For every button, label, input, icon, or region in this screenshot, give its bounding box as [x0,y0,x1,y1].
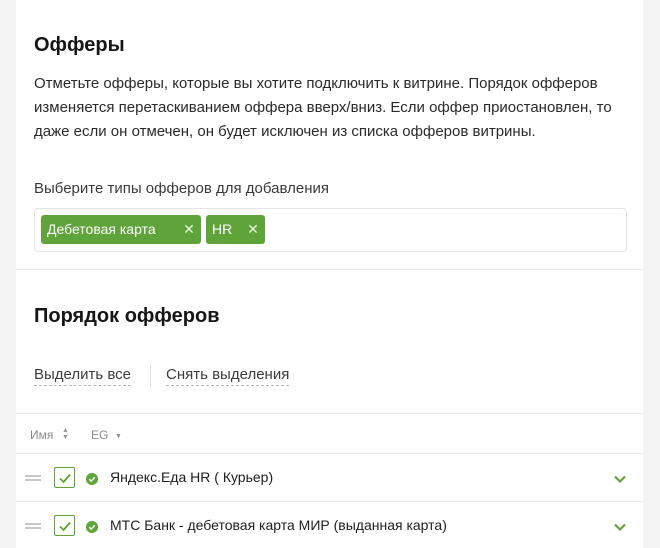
clear-selection-button[interactable]: Снять выделения [166,366,290,386]
offer-type-tag-hr: HR ✕ [206,215,265,244]
sort-desc-icon[interactable]: ▼ [115,433,122,440]
offer-type-tag-label: HR [212,221,233,237]
offers-card: Офферы Отметьте офферы, которые вы хотит… [16,0,643,548]
table-row[interactable]: Яндекс.Еда HR ( Курьер) [16,454,643,502]
drag-handle-icon[interactable] [25,523,41,529]
close-icon[interactable]: ✕ [246,215,260,244]
status-active-icon [86,520,98,538]
actions-divider [150,363,151,389]
offer-types-multiselect[interactable]: Дебетовая карта ✕ HR ✕ [34,208,627,252]
offers-section: Офферы Отметьте офферы, которые вы хотит… [16,0,643,270]
offer-checkbox[interactable] [54,467,75,488]
offers-title: Офферы [34,34,125,56]
chevron-down-icon[interactable] [613,471,627,489]
offers-description: Отметьте офферы, которые вы хотите подкл… [34,75,612,140]
chevron-down-icon[interactable] [613,519,627,537]
close-icon[interactable]: ✕ [182,215,196,244]
column-header-name[interactable]: Имя [30,428,53,442]
sort-both-icon[interactable]: ▲ ▼ [62,427,69,441]
offer-type-tag-debit-card: Дебетовая карта ✕ [41,215,201,244]
offer-title: МТС Банк - дебетовая карта МИР (выданная… [110,517,447,533]
table-row[interactable]: МТС Банк - дебетовая карта МИР (выданная… [16,502,643,548]
select-all-button[interactable]: Выделить все [34,366,132,386]
offer-type-tag-label: Дебетовая карта [47,221,156,237]
checkmark-icon [59,473,71,484]
offer-checkbox[interactable] [54,515,75,536]
drag-handle-icon[interactable] [25,475,41,481]
offer-order-title: Порядок офферов [34,305,220,327]
table-header: Имя ▲ ▼ EG ▼ [16,413,643,454]
offer-types-label: Выберите типы офферов для добавления [34,180,329,197]
checkmark-icon [59,521,71,532]
status-active-icon [86,472,98,490]
column-header-eg[interactable]: EG [91,428,108,442]
offer-title: Яндекс.Еда HR ( Курьер) [110,469,274,485]
